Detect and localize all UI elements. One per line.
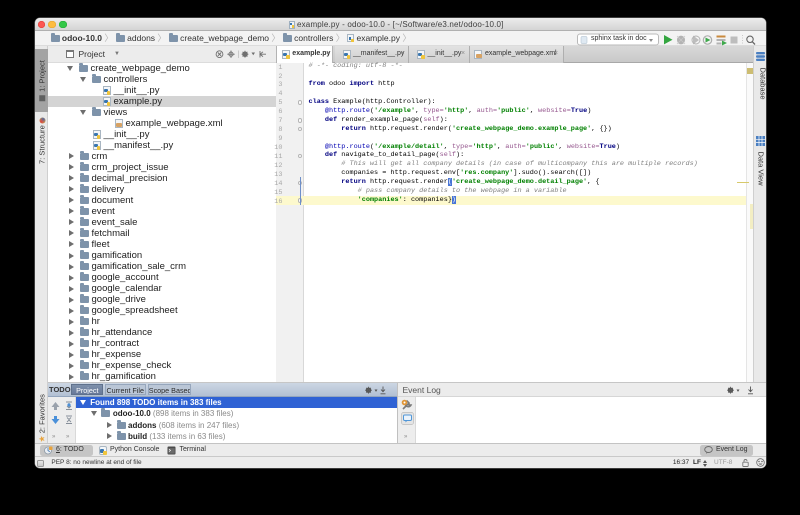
svg-text:»: »: [404, 434, 408, 440]
svg-text:»: »: [66, 434, 70, 440]
svg-text:»: »: [52, 434, 56, 440]
